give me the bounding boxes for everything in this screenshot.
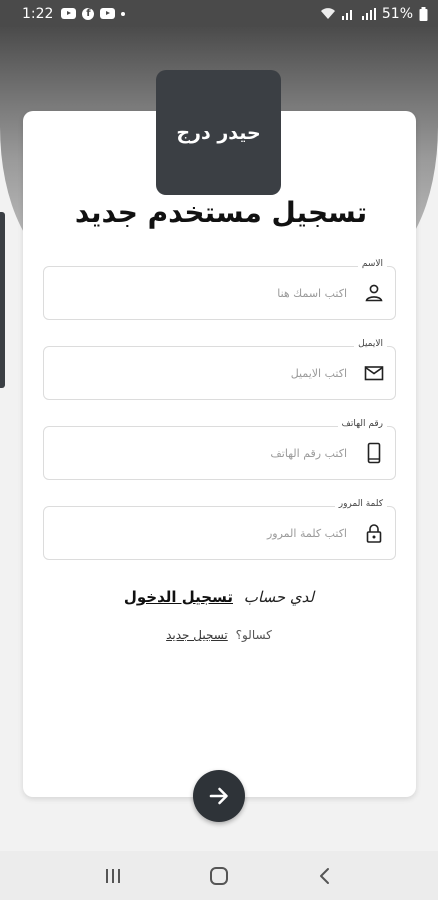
password-label: كلمة المرور: [334, 499, 387, 509]
mail-icon: [364, 366, 384, 381]
password-input[interactable]: [87, 521, 347, 545]
facebook-icon: f: [82, 7, 95, 20]
lock-icon: [366, 524, 382, 543]
signal-icon: [341, 9, 352, 20]
have-account-row: لدي حساب تسجيل الدخول: [0, 588, 438, 606]
lazy-text: كسالو؟: [235, 628, 272, 642]
phone-icon: [367, 442, 381, 464]
signal-icon-2: [361, 7, 376, 20]
login-link[interactable]: تسجيل الدخول: [124, 588, 233, 606]
status-bar: 1:22 f 51%: [0, 0, 438, 27]
page-title: تسجيل مستخدم جديد: [74, 196, 368, 229]
home-icon: [210, 866, 228, 885]
youtube-icon: [61, 8, 77, 19]
email-label: الايميل: [354, 339, 387, 349]
phone-field: رقم الهاتف: [43, 419, 396, 480]
phone-input[interactable]: [87, 441, 347, 465]
system-nav-bar: [0, 851, 438, 900]
have-account-text: لدي حساب: [243, 588, 315, 606]
battery-percent: 51%: [381, 5, 413, 22]
youtube-icon: [100, 8, 116, 19]
logo: حيدر درج: [156, 70, 281, 195]
battery-icon: [419, 6, 428, 21]
logo-text: حيدر درج: [176, 121, 261, 144]
password-field: كلمة المرور: [43, 499, 396, 560]
name-input[interactable]: [87, 281, 347, 305]
arrow-right-icon: [209, 787, 228, 805]
side-edge-handle[interactable]: [0, 212, 5, 388]
back-icon: [320, 867, 329, 884]
more-notifications-icon: [121, 11, 126, 16]
notification-icons: f: [61, 7, 126, 20]
register-link[interactable]: تسجيل جديد: [166, 628, 228, 642]
email-input[interactable]: [87, 361, 347, 385]
person-icon: [365, 284, 383, 302]
name-label: الاسم: [357, 259, 387, 269]
back-button[interactable]: [305, 856, 345, 896]
recents-icon: [106, 868, 120, 883]
recents-button[interactable]: [93, 856, 133, 896]
status-time: 1:22: [22, 5, 54, 22]
phone-label: رقم الهاتف: [337, 419, 387, 429]
wifi-icon: [320, 8, 335, 19]
submit-button[interactable]: [193, 770, 245, 822]
home-button[interactable]: [199, 856, 239, 896]
name-field: الاسم: [43, 259, 396, 320]
email-field: الايميل: [43, 339, 396, 400]
register-row: كسالو؟ تسجيل جديد: [0, 628, 438, 642]
